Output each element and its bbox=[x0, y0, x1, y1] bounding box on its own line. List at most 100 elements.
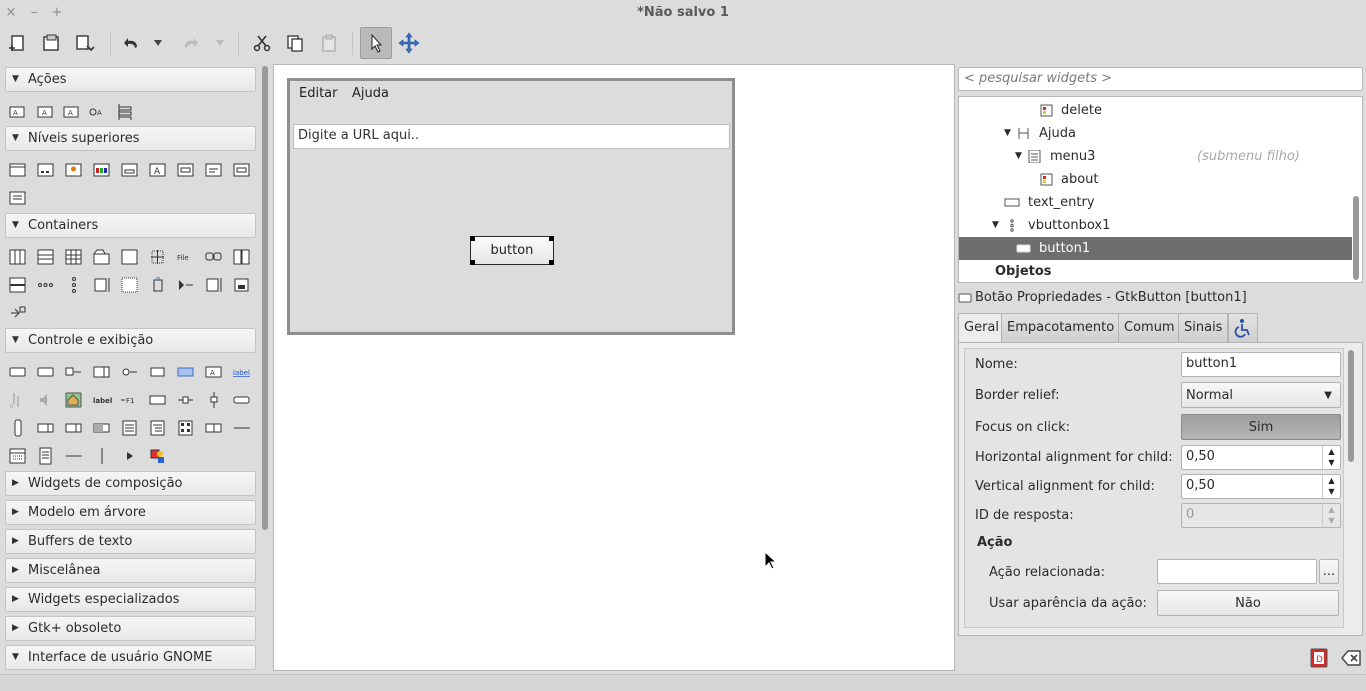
border-relief-select[interactable]: Normal ▼ bbox=[1181, 382, 1341, 408]
vseparator-icon[interactable] bbox=[92, 446, 112, 466]
text-entry-icon[interactable] bbox=[148, 390, 168, 410]
radio-button-icon[interactable] bbox=[120, 362, 140, 382]
palette-section-especializados[interactable]: ▶ Widgets especializados bbox=[5, 587, 256, 612]
palette-section-niveis[interactable]: ▼ Níveis superiores bbox=[5, 126, 256, 151]
vpaned-icon[interactable] bbox=[8, 275, 28, 295]
open-icon[interactable] bbox=[38, 30, 64, 56]
palette-section-containers[interactable]: ▼ Containers bbox=[5, 213, 256, 238]
resize-handle[interactable] bbox=[549, 260, 554, 265]
select-pointer-icon[interactable] bbox=[360, 27, 392, 59]
recent-action-icon[interactable]: A bbox=[88, 102, 108, 122]
name-field[interactable]: button1 bbox=[1181, 352, 1341, 377]
vscrollbar-icon[interactable] bbox=[8, 418, 28, 438]
font-selection-icon[interactable]: A bbox=[148, 160, 168, 180]
assistant-icon[interactable] bbox=[8, 188, 28, 208]
radio-action-icon[interactable]: A bbox=[62, 102, 82, 122]
frame-icon[interactable] bbox=[120, 247, 140, 267]
palette-section-gnome[interactable]: ▼ Interface de usuário GNOME bbox=[5, 645, 256, 670]
offscreen-window-icon[interactable] bbox=[36, 160, 56, 180]
tree-scrollbar[interactable] bbox=[1353, 196, 1359, 280]
tree-row-text-entry[interactable]: text_entry bbox=[959, 191, 1352, 214]
hpaned-icon[interactable] bbox=[232, 247, 252, 267]
font-button-icon[interactable]: A bbox=[204, 362, 224, 382]
dialog-icon[interactable] bbox=[120, 160, 140, 180]
vbox-icon[interactable] bbox=[36, 247, 56, 267]
layout-icon[interactable] bbox=[92, 275, 112, 295]
action-icon[interactable]: A bbox=[8, 102, 28, 122]
palette-section-gtk-obsoleto[interactable]: ▶ Gtk+ obsoleto bbox=[5, 616, 256, 641]
tree-row-button1[interactable]: button1 bbox=[959, 237, 1352, 260]
palette-section-miscelanea[interactable]: ▶ Miscelânea bbox=[5, 558, 256, 583]
palette-section-modelo-arvore[interactable]: ▶ Modelo em árvore bbox=[5, 500, 256, 525]
menu-ajuda[interactable]: Ajuda bbox=[352, 86, 389, 101]
related-action-browse-button[interactable]: ... bbox=[1319, 559, 1339, 584]
expander-arrow[interactable]: ▼ bbox=[1004, 122, 1011, 145]
hscrollbar-icon[interactable] bbox=[232, 390, 252, 410]
design-canvas[interactable]: Editar Ajuda Digite a URL aqui.. button bbox=[273, 64, 955, 671]
drawing-area-icon[interactable] bbox=[148, 446, 168, 466]
window-icon[interactable] bbox=[8, 160, 28, 180]
copy-icon[interactable] bbox=[282, 30, 308, 56]
event-box-icon[interactable] bbox=[148, 275, 168, 295]
clear-icon[interactable]: D bbox=[1308, 647, 1330, 669]
spin-arrows-icon[interactable]: ▲ ▼ bbox=[1322, 446, 1340, 471]
expander-icon[interactable] bbox=[176, 275, 196, 295]
palette-section-buffers[interactable]: ▶ Buffers de texto bbox=[5, 529, 256, 554]
calendar-icon[interactable] bbox=[8, 446, 28, 466]
entry-icon[interactable] bbox=[176, 362, 196, 382]
progress-bar-icon[interactable] bbox=[92, 418, 112, 438]
color-selection-icon[interactable] bbox=[92, 160, 112, 180]
tab-empacotamento[interactable]: Empacotamento bbox=[1001, 313, 1121, 343]
fixed-icon[interactable] bbox=[148, 247, 168, 267]
expander-arrow[interactable]: ▼ bbox=[1015, 145, 1022, 168]
text-view-icon[interactable] bbox=[120, 418, 140, 438]
button1-widget[interactable]: button bbox=[470, 236, 554, 265]
palette-section-acoes[interactable]: ▼ Ações bbox=[5, 67, 256, 92]
arrow-icon[interactable] bbox=[120, 446, 140, 466]
tree-row-ajuda[interactable]: ▼ Ajuda bbox=[959, 122, 1352, 145]
tree-row-menu3[interactable]: ▼ menu3 (submenu filho) bbox=[959, 145, 1352, 168]
file-chooser-button-icon[interactable] bbox=[148, 362, 168, 382]
cell-view-icon[interactable] bbox=[36, 446, 56, 466]
handle-box-icon[interactable] bbox=[8, 303, 28, 323]
tab-accessibility[interactable] bbox=[1228, 313, 1258, 343]
viewport-icon[interactable] bbox=[204, 275, 224, 295]
properties-scrollbar[interactable] bbox=[1348, 350, 1354, 462]
expander-arrow[interactable]: ▼ bbox=[992, 214, 999, 237]
volume-button-icon[interactable] bbox=[36, 390, 56, 410]
toggle-button-icon[interactable] bbox=[36, 362, 56, 382]
label-icon[interactable]: label bbox=[92, 390, 118, 410]
tab-geral[interactable]: Geral bbox=[958, 313, 1005, 343]
palette-section-composicao[interactable]: ▶ Widgets de composição bbox=[5, 471, 256, 496]
menubar-icon[interactable]: File bbox=[176, 247, 196, 267]
undo-menu-icon[interactable] bbox=[150, 30, 166, 56]
drag-resize-icon[interactable] bbox=[396, 30, 422, 56]
url-text-entry[interactable]: Digite a URL aqui.. bbox=[293, 124, 730, 149]
tree-row-delete[interactable]: delete bbox=[959, 99, 1352, 122]
delete-icon[interactable] bbox=[1340, 647, 1362, 669]
use-action-appearance-toggle[interactable]: Não bbox=[1157, 590, 1339, 616]
widget-search-input[interactable]: < pesquisar widgets > bbox=[958, 67, 1363, 91]
palette-section-controle[interactable]: ▼ Controle e exibição bbox=[5, 328, 256, 353]
palette-scrollbar[interactable] bbox=[262, 66, 268, 530]
combo-box-entry-icon[interactable] bbox=[204, 418, 224, 438]
toggle-action-icon[interactable]: A bbox=[36, 102, 56, 122]
resize-handle[interactable] bbox=[549, 236, 554, 241]
tree-view-icon[interactable] bbox=[148, 418, 168, 438]
accel-label-icon[interactable]: F1 bbox=[120, 390, 144, 410]
halign-spin[interactable]: 0,50 ▲ ▼ bbox=[1181, 445, 1341, 471]
hbox-icon[interactable] bbox=[8, 247, 28, 267]
scale-button-icon[interactable]: 0 bbox=[8, 390, 28, 410]
combo-box-icon[interactable] bbox=[64, 418, 84, 438]
alignment-icon[interactable] bbox=[232, 275, 252, 295]
tab-comum[interactable]: Comum bbox=[1118, 313, 1181, 343]
hscale-icon[interactable] bbox=[176, 390, 196, 410]
statusbar-icon[interactable] bbox=[36, 418, 56, 438]
tree-row-vbuttonbox1[interactable]: ▼ vbuttonbox1 bbox=[959, 214, 1352, 237]
tree-row-objetos[interactable]: Objetos bbox=[959, 260, 1352, 282]
cut-icon[interactable] bbox=[249, 30, 275, 56]
hseparator2-icon[interactable] bbox=[64, 446, 84, 466]
hbuttonbox-icon[interactable] bbox=[36, 275, 56, 295]
icon-view-icon[interactable] bbox=[176, 418, 196, 438]
vscale-icon[interactable] bbox=[204, 390, 224, 410]
